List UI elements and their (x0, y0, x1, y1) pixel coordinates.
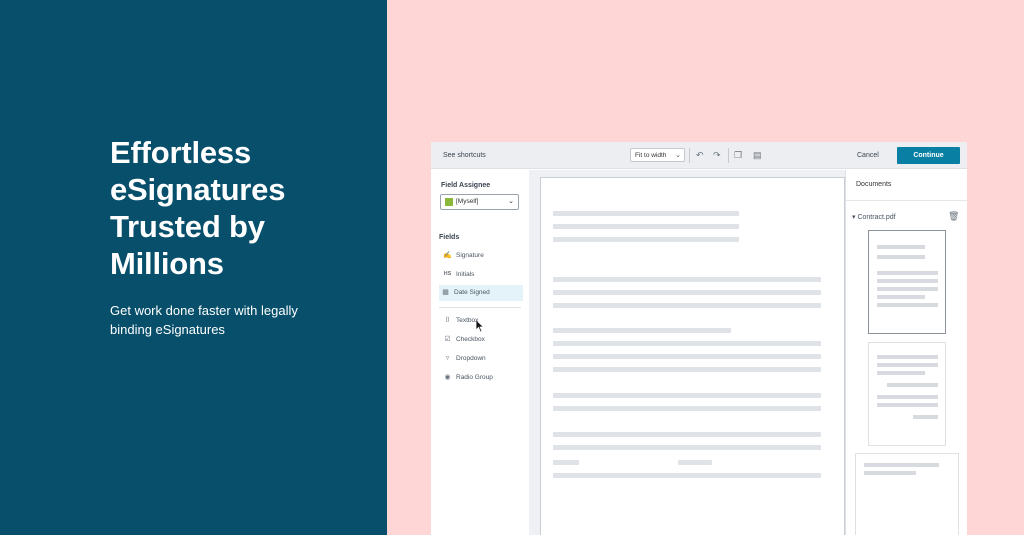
document-name[interactable]: ▾ Contract.pdf (852, 213, 896, 221)
hero-title: Effortless eSignatures Trusted by Millio… (110, 135, 286, 281)
field-dropdown[interactable]: ▿ Dropdown (441, 351, 523, 367)
initials-icon: HS (443, 271, 452, 277)
checkbox-icon: ☑ (444, 336, 451, 343)
cancel-button[interactable]: Cancel (857, 152, 879, 159)
text-line (553, 290, 821, 295)
page-thumbnail[interactable] (868, 230, 946, 334)
fields-divider (439, 307, 521, 308)
text-line (553, 406, 821, 411)
redo-icon[interactable]: ↷ (713, 149, 721, 161)
text-line (678, 460, 712, 465)
field-textbox[interactable]: ⌷ Textbox (441, 313, 523, 329)
text-line (553, 367, 821, 372)
field-signature[interactable]: ✍ Signature (441, 248, 523, 264)
text-line (553, 445, 821, 450)
fields-sidebar: Field Assignee [Myself] ⌄ Fields ✍ Signat… (431, 170, 529, 535)
chevron-down-icon: ⌄ (508, 198, 514, 205)
text-line (553, 277, 821, 282)
toolbar-divider (728, 148, 729, 163)
chevron-down-icon: ⌄ (675, 152, 681, 159)
trash-icon[interactable]: 🗑 (948, 211, 959, 222)
paste-icon[interactable]: ▤ (753, 149, 762, 161)
hero-panel: Effortless eSignatures Trusted by Millio… (0, 0, 387, 535)
assignee-select[interactable]: [Myself] ⌄ (440, 194, 519, 210)
dropdown-icon: ▿ (445, 355, 450, 362)
text-line (553, 303, 821, 308)
field-checkbox[interactable]: ☑ Checkbox (441, 332, 523, 348)
radio-icon: ◉ (444, 374, 451, 381)
text-line (553, 432, 821, 437)
text-line (553, 237, 739, 242)
hero-subtitle: Get work done faster with legally bindin… (110, 303, 298, 337)
assignee-color-swatch (445, 198, 453, 206)
signature-icon: ✍ (443, 252, 452, 259)
documents-panel: Documents ▾ Contract.pdf 🗑 (845, 170, 967, 535)
toolbar: See shortcuts Fit to width ⌄ ↶ ↷ ❐ ▤ Canc… (431, 142, 967, 169)
text-line (553, 473, 821, 478)
documents-title: Documents (856, 181, 892, 188)
textbox-icon: ⌷ (445, 317, 450, 324)
calendar-icon: ▦ (442, 289, 449, 296)
field-assignee-label: Field Assignee (441, 182, 491, 189)
text-line (553, 460, 579, 465)
document-page[interactable] (540, 177, 845, 535)
page-thumbnail[interactable] (855, 453, 959, 535)
text-line (553, 354, 821, 359)
fields-label: Fields (439, 234, 460, 241)
field-radio-group[interactable]: ◉ Radio Group (441, 370, 523, 386)
text-line (553, 211, 739, 216)
panel-divider (846, 200, 967, 201)
text-line (553, 341, 821, 346)
text-line (553, 328, 731, 333)
continue-button[interactable]: Continue (897, 147, 960, 164)
zoom-select[interactable]: Fit to width ⌄ (630, 148, 685, 162)
see-shortcuts-link[interactable]: See shortcuts (443, 152, 486, 159)
text-line (553, 393, 821, 398)
page-thumbnail[interactable] (868, 342, 946, 446)
undo-icon[interactable]: ↶ (696, 149, 704, 161)
field-initials[interactable]: HS Initials (441, 267, 523, 283)
copy-icon[interactable]: ❐ (734, 149, 742, 161)
field-date-signed[interactable]: ▦ Date Signed (439, 285, 523, 301)
app-window: See shortcuts Fit to width ⌄ ↶ ↷ ❐ ▤ Canc… (431, 142, 967, 535)
text-line (553, 224, 739, 229)
toolbar-divider (689, 148, 690, 163)
